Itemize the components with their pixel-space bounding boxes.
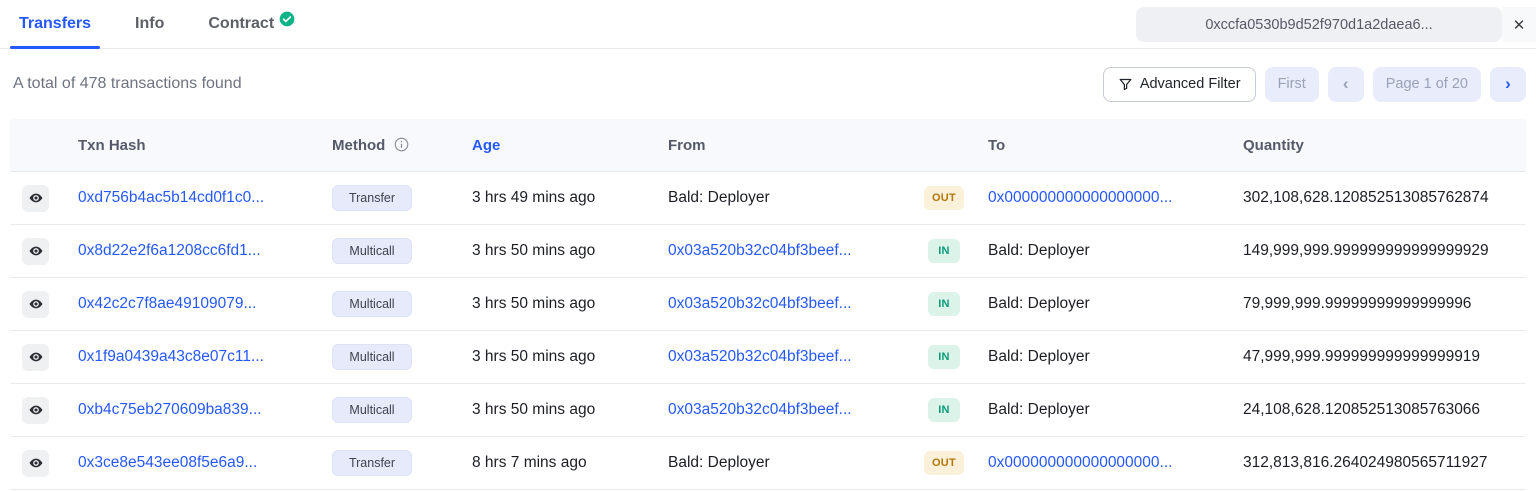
from-address-link[interactable]: 0x03a520b32c04bf3beef... [668, 401, 852, 418]
eye-icon [28, 190, 44, 206]
chevron-left-icon: ‹ [1343, 74, 1349, 94]
tab-transfers[interactable]: Transfers [14, 0, 96, 48]
header-from: From [658, 137, 910, 154]
method-badge[interactable]: Transfer [332, 450, 412, 476]
eye-icon [28, 349, 44, 365]
txn-hash-link[interactable]: 0xd756b4ac5b14cd0f1c0... [78, 189, 264, 206]
header-quantity: Quantity [1233, 137, 1526, 154]
page-indicator-label: Page 1 of 20 [1386, 76, 1468, 92]
table-row: 0x1f9a0439a43c8e07c11... Multicall 3 hrs… [10, 331, 1526, 384]
table-row: 0xb4c75eb270609ba839... Multicall 3 hrs … [10, 384, 1526, 437]
advanced-filter-label: Advanced Filter [1140, 76, 1241, 92]
info-icon[interactable] [394, 137, 409, 152]
filter-funnel-icon [1118, 77, 1133, 92]
tab-bar: Transfers Info Contract 0xccfa0530b9d52f… [0, 0, 1536, 49]
search-filter-value: 0xccfa0530b9d52f970d1a2daea6... [1205, 17, 1432, 33]
toolbar: A total of 478 transactions found Advanc… [0, 49, 1536, 119]
to-address: Bald: Deployer [988, 295, 1090, 312]
quantity-cell: 302,108,628.120852513085762874 [1233, 189, 1526, 207]
method-badge[interactable]: Multicall [332, 344, 412, 370]
method-badge[interactable]: Multicall [332, 397, 412, 423]
quantity-cell: 24,108,628.120852513085763066 [1233, 401, 1526, 419]
age-cell: 3 hrs 50 mins ago [462, 348, 658, 366]
table-row: 0x42c2c7f8ae49109079... Multicall 3 hrs … [10, 278, 1526, 331]
method-badge[interactable]: Multicall [332, 291, 412, 317]
table-row: 0x8d22e2f6a1208cc6fd1... Multicall 3 hrs… [10, 225, 1526, 278]
tab-transfers-label: Transfers [19, 15, 91, 33]
eye-preview-button[interactable] [22, 185, 49, 212]
tab-info[interactable]: Info [130, 0, 169, 48]
first-page-label: First [1278, 76, 1306, 92]
header-method-label: Method [332, 137, 385, 154]
to-address-link[interactable]: 0x000000000000000000... [988, 454, 1172, 471]
clear-search-button[interactable]: ✕ [1502, 7, 1536, 42]
eye-icon [28, 296, 44, 312]
next-page-button[interactable]: › [1490, 67, 1526, 102]
prev-page-button[interactable]: ‹ [1328, 67, 1364, 102]
method-badge[interactable]: Multicall [332, 238, 412, 264]
table-header-row: Txn Hash Method Age From To Quantity [10, 119, 1526, 172]
search-area: 0xccfa0530b9d52f970d1a2daea6... ✕ [1136, 7, 1536, 42]
eye-icon [28, 243, 44, 259]
age-cell: 3 hrs 50 mins ago [462, 295, 658, 313]
txn-hash-link[interactable]: 0xb4c75eb270609ba839... [78, 401, 262, 418]
direction-badge-in[interactable]: IN [928, 292, 960, 316]
eye-icon [28, 402, 44, 418]
direction-badge-in[interactable]: IN [928, 398, 960, 422]
chevron-right-icon: › [1505, 74, 1511, 94]
direction-badge-out[interactable]: OUT [924, 186, 964, 210]
eye-preview-button[interactable] [22, 397, 49, 424]
header-method: Method [322, 137, 462, 154]
quantity-cell: 149,999,999.999999999999999929 [1233, 242, 1526, 260]
quantity-cell: 79,999,999.99999999999999996 [1233, 295, 1526, 313]
pagination-controls: Advanced Filter First ‹ Page 1 of 20 › [1103, 67, 1526, 102]
txn-hash-link[interactable]: 0x42c2c7f8ae49109079... [78, 295, 256, 312]
age-cell: 3 hrs 50 mins ago [462, 401, 658, 419]
from-address: Bald: Deployer [668, 454, 770, 471]
transactions-count-text: A total of 478 transactions found [13, 75, 242, 93]
to-address-link[interactable]: 0x000000000000000000... [988, 189, 1172, 206]
to-address: Bald: Deployer [988, 401, 1090, 418]
direction-badge-in[interactable]: IN [928, 345, 960, 369]
txn-hash-link[interactable]: 0x3ce8e543ee08f5e6a9... [78, 454, 257, 471]
to-address: Bald: Deployer [988, 348, 1090, 365]
quantity-cell: 312,813,816.264024980565711927 [1233, 454, 1526, 472]
table-row: 0xd756b4ac5b14cd0f1c0... Transfer 3 hrs … [10, 172, 1526, 225]
method-badge[interactable]: Transfer [332, 185, 412, 211]
eye-preview-button[interactable] [22, 291, 49, 318]
from-address-link[interactable]: 0x03a520b32c04bf3beef... [668, 348, 852, 365]
txn-hash-link[interactable]: 0x8d22e2f6a1208cc6fd1... [78, 242, 261, 259]
direction-badge-in[interactable]: IN [928, 239, 960, 263]
header-to: To [978, 137, 1233, 154]
eye-preview-button[interactable] [22, 344, 49, 371]
tab-info-label: Info [135, 15, 164, 33]
search-filter-chip[interactable]: 0xccfa0530b9d52f970d1a2daea6... [1136, 7, 1502, 42]
eye-preview-button[interactable] [22, 450, 49, 477]
page-indicator: Page 1 of 20 [1373, 67, 1481, 102]
header-txn-hash: Txn Hash [68, 137, 322, 154]
eye-preview-button[interactable] [22, 238, 49, 265]
from-address-link[interactable]: 0x03a520b32c04bf3beef... [668, 242, 852, 259]
age-cell: 3 hrs 50 mins ago [462, 242, 658, 260]
advanced-filter-button[interactable]: Advanced Filter [1103, 67, 1256, 102]
tab-contract-label: Contract [208, 15, 274, 33]
age-cell: 3 hrs 49 mins ago [462, 189, 658, 207]
header-age-sort[interactable]: Age [462, 137, 658, 154]
txn-hash-link[interactable]: 0x1f9a0439a43c8e07c11... [78, 348, 264, 365]
close-icon: ✕ [1513, 16, 1526, 34]
direction-badge-out[interactable]: OUT [924, 451, 964, 475]
eye-icon [28, 455, 44, 471]
table-row: 0x3ce8e543ee08f5e6a9... Transfer 8 hrs 7… [10, 437, 1526, 490]
quantity-cell: 47,999,999.999999999999999919 [1233, 348, 1526, 366]
transfers-table: Txn Hash Method Age From To Quantity 0xd… [10, 119, 1526, 490]
verified-check-icon [279, 11, 295, 27]
to-address: Bald: Deployer [988, 242, 1090, 259]
first-page-button[interactable]: First [1265, 67, 1319, 102]
from-address: Bald: Deployer [668, 189, 770, 206]
from-address-link[interactable]: 0x03a520b32c04bf3beef... [668, 295, 852, 312]
age-cell: 8 hrs 7 mins ago [462, 454, 658, 472]
tab-contract[interactable]: Contract [203, 0, 300, 48]
